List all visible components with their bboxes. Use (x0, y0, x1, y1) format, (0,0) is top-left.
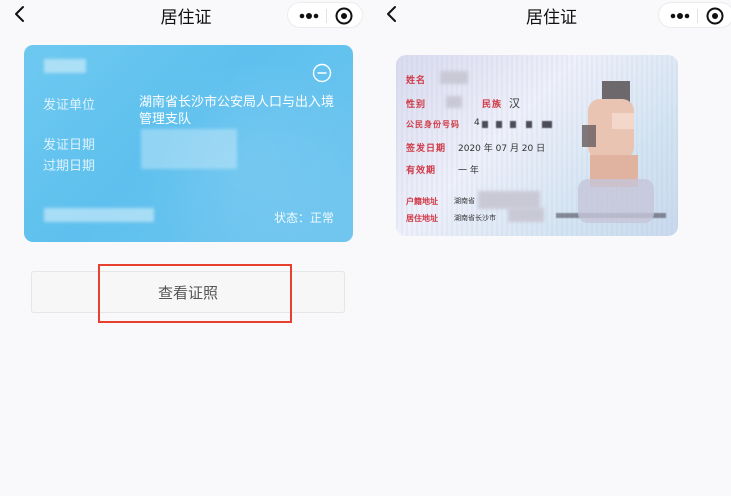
left-screen: 居住证 发证单位 湖南省长沙市公安局人口与出入境管理支队 发证日期 过期日期 状… (0, 0, 372, 496)
capsule-menu (287, 2, 363, 28)
capsule-menu (658, 2, 731, 28)
capsule-divider (326, 9, 327, 23)
nav-bar: 居住证 (372, 0, 731, 30)
residence-redacted (508, 208, 544, 222)
id-number-prefix: 4 (474, 118, 480, 128)
hukou-value: 湖南省 (454, 197, 475, 205)
dates-redacted (141, 129, 237, 169)
id-redact-5 (542, 121, 552, 128)
id-redact-4 (526, 121, 532, 128)
view-license-button[interactable]: 查看证照 (31, 271, 345, 313)
issue-date-label: 签发日期 (406, 144, 447, 154)
name-label: 姓名 (406, 76, 427, 86)
issue-date-label: 发证日期 (43, 138, 96, 153)
id-card-image: 姓名 性别 民族 汉 公民身份号码 4 签发日期 2020 年 07 月 20 … (396, 55, 678, 236)
issue-date-value: 2020 年 07 月 20 日 (458, 144, 546, 154)
id-number-label: 公民身份号码 (406, 120, 460, 129)
residence-permit-card: 发证单位 湖南省长沙市公安局人口与出入境管理支队 发证日期 过期日期 状态：正常 (24, 45, 353, 242)
id-redact-2 (496, 121, 502, 128)
minus-circle-icon[interactable] (312, 63, 332, 83)
gender-label: 性别 (406, 100, 427, 110)
right-screen: 居住证 姓名 性别 民族 汉 公民身份号码 4 签发日期 2020 年 07 月… (372, 0, 731, 496)
card-name-redacted (44, 59, 86, 73)
target-icon[interactable] (705, 6, 725, 26)
id-number-redacted (44, 208, 154, 222)
capsule-divider (697, 9, 698, 23)
hukou-redacted (478, 191, 540, 209)
more-dots-icon[interactable] (665, 8, 695, 24)
photo-portrait (578, 81, 654, 223)
validity-label: 有效期 (406, 166, 437, 176)
hukou-label: 户籍地址 (406, 197, 438, 206)
ethnicity-value: 汉 (509, 97, 520, 110)
residence-value: 湖南省长沙市 (454, 214, 496, 222)
id-redact-3 (510, 121, 516, 128)
name-redacted (440, 71, 468, 84)
gender-redacted (446, 96, 462, 108)
id-redact-1 (482, 121, 488, 128)
issuer-label: 发证单位 (43, 98, 96, 113)
residence-label: 居住地址 (406, 214, 438, 223)
issuer-value: 湖南省长沙市公安局人口与出入境管理支队 (139, 95, 335, 127)
status-text: 状态：正常 (273, 211, 334, 225)
target-icon[interactable] (334, 6, 354, 26)
more-dots-icon[interactable] (294, 8, 324, 24)
expiry-date-label: 过期日期 (43, 159, 96, 174)
nav-bar: 居住证 (0, 0, 372, 30)
validity-value: 一 年 (458, 166, 479, 176)
ethnicity-label: 民族 (482, 100, 503, 110)
